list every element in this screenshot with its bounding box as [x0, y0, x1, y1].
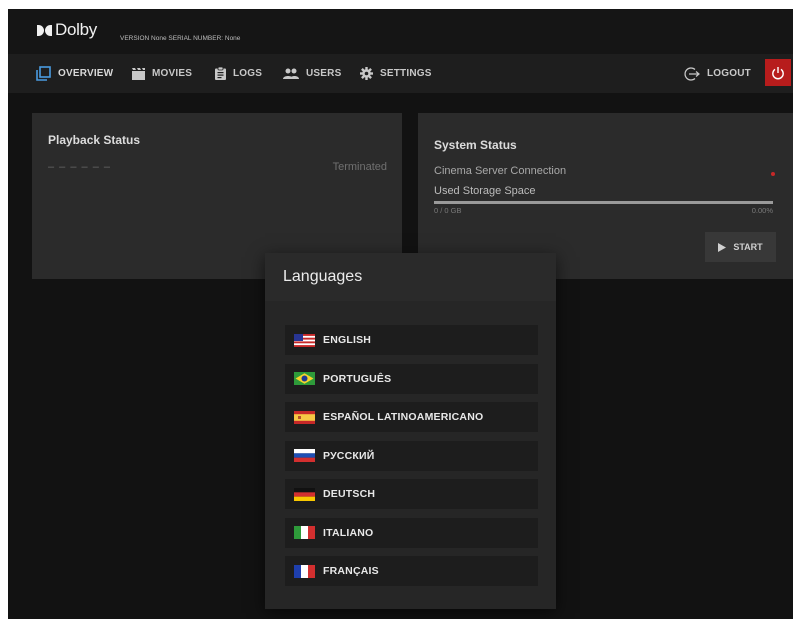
dolby-logo: Dolby — [37, 20, 97, 40]
language-option-english[interactable]: ENGLISH — [285, 325, 538, 355]
storage-progress-bar — [434, 201, 773, 204]
language-list: ENGLISH PORTUGUÊS ESPAÑOL LATINOAMERICAN… — [285, 325, 538, 595]
languages-dialog: Languages ENGLISH PORTUGUÊS ESPAÑOL LATI… — [265, 253, 556, 609]
storage-percent: 0.00% — [751, 206, 773, 215]
overview-icon — [36, 66, 51, 81]
top-header: Dolby VERSION None SERIAL NUMBER: None — [8, 9, 793, 54]
language-label: FRANÇAIS — [323, 565, 379, 577]
language-option-deutsch[interactable]: DEUTSCH — [285, 479, 538, 509]
storage-amount: 0 / 0 GB — [434, 206, 462, 215]
germany-flag-icon — [294, 487, 315, 501]
version-serial-text: VERSION None SERIAL NUMBER: None — [120, 35, 241, 42]
language-label: DEUTSCH — [323, 488, 376, 500]
nav-movies-label: MOVIES — [152, 68, 193, 79]
nav-overview-label: OVERVIEW — [58, 68, 114, 79]
system-status-title: System Status — [434, 138, 517, 152]
france-flag-icon — [294, 564, 315, 578]
dialog-title: Languages — [283, 268, 363, 285]
logout-label: LOGOUT — [707, 68, 751, 79]
power-icon — [772, 66, 784, 79]
clipboard-icon — [215, 67, 226, 80]
cinema-server-connection-label: Cinema Server Connection — [434, 165, 567, 177]
start-button[interactable]: START — [705, 232, 776, 262]
nav-settings-label: SETTINGS — [380, 68, 432, 79]
language-option-italiano[interactable]: ITALIANO — [285, 517, 538, 548]
language-option-espanol[interactable]: ESPAÑOL LATINOAMERICANO — [285, 402, 538, 432]
app-window: Dolby VERSION None SERIAL NUMBER: None O… — [8, 9, 793, 619]
nav-users[interactable]: USERS — [283, 54, 341, 93]
language-label: PORTUGUÊS — [323, 372, 392, 385]
users-icon — [283, 68, 299, 79]
nav-logs-label: LOGS — [233, 68, 263, 79]
logout-button[interactable]: LOGOUT — [684, 54, 751, 93]
clapperboard-icon — [132, 67, 145, 80]
playback-status-title: Playback Status — [48, 133, 141, 147]
russia-flag-icon — [294, 449, 315, 462]
language-label: ENGLISH — [323, 334, 372, 346]
language-option-francais[interactable]: FRANÇAIS — [285, 556, 538, 586]
spain-flag-icon — [294, 410, 315, 424]
language-option-portugues[interactable]: PORTUGUÊS — [285, 363, 538, 394]
start-label: START — [733, 242, 763, 252]
language-option-russian[interactable]: РУССКИЙ — [285, 440, 538, 471]
brazil-flag-icon — [294, 372, 315, 385]
playback-state: Terminated — [332, 161, 387, 173]
language-label: ESPAÑOL LATINOAMERICANO — [323, 411, 484, 423]
logout-icon — [684, 66, 700, 81]
language-label: ITALIANO — [323, 526, 374, 539]
nav-settings[interactable]: SETTINGS — [360, 54, 432, 93]
nav-users-label: USERS — [306, 68, 342, 79]
playback-placeholder: – – – – – – — [48, 161, 111, 173]
nav-movies[interactable]: MOVIES — [132, 54, 192, 93]
gear-icon — [360, 67, 373, 80]
main-nav: OVERVIEW MOVIES LOGS USERS SETTINGS LOGO… — [8, 54, 793, 93]
used-storage-label: Used Storage Space — [434, 185, 536, 197]
language-label: РУССКИЙ — [323, 449, 375, 462]
dialog-header: Languages — [265, 253, 556, 301]
nav-overview[interactable]: OVERVIEW — [36, 54, 113, 93]
connection-status-indicator — [771, 172, 775, 176]
nav-logs[interactable]: LOGS — [215, 54, 262, 93]
dolby-logo-icon — [37, 24, 52, 36]
italy-flag-icon — [294, 526, 315, 539]
power-button[interactable] — [765, 59, 791, 86]
brand-name: Dolby — [55, 20, 97, 39]
play-icon — [718, 242, 727, 252]
us-flag-icon — [294, 333, 315, 347]
